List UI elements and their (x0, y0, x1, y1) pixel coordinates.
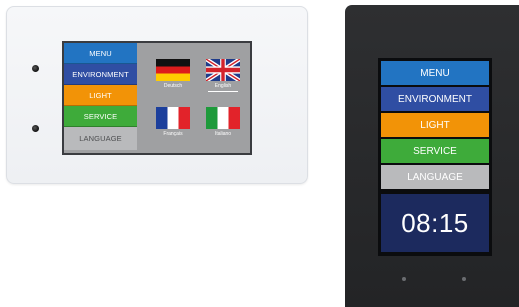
language-label-italiano: Italiano (214, 131, 232, 137)
language-button[interactable]: LANGUAGE (381, 165, 489, 189)
service-button[interactable]: SERVICE (64, 106, 137, 127)
italy-flag-icon[interactable] (206, 107, 240, 129)
language-label-english: English (214, 83, 232, 89)
service-button[interactable]: SERVICE (381, 139, 489, 163)
language-label-francais: Français (163, 131, 183, 137)
mounting-screw-icon (32, 125, 39, 132)
language-button[interactable]: LANGUAGE (64, 127, 137, 150)
environment-button[interactable]: ENVIRONMENT (64, 64, 137, 85)
language-label-deutsch: Deutsch (163, 83, 183, 89)
vertical-touchscreen: MENU ENVIRONMENT LIGHT SERVICE LANGUAGE … (378, 58, 492, 256)
mounting-screw-icon (32, 65, 39, 72)
selected-language-underline (208, 91, 238, 92)
menu-button[interactable]: MENU (64, 43, 137, 64)
light-button[interactable]: LIGHT (381, 113, 489, 137)
dark-wall-panel: MENU ENVIRONMENT LIGHT SERVICE LANGUAGE … (345, 5, 519, 307)
clock-display: 08:15 (381, 194, 489, 252)
status-led-icon (402, 277, 406, 281)
menu-button[interactable]: MENU (381, 61, 489, 85)
white-wall-panel: MENU ENVIRONMENT LIGHT SERVICE LANGUAGE … (6, 6, 308, 184)
germany-flag-icon[interactable] (156, 59, 190, 81)
status-led-icon (462, 277, 466, 281)
horizontal-menu: MENU ENVIRONMENT LIGHT SERVICE LANGUAGE (64, 43, 137, 150)
environment-button[interactable]: ENVIRONMENT (381, 87, 489, 111)
uk-flag-icon[interactable] (206, 59, 240, 81)
light-button[interactable]: LIGHT (64, 85, 137, 106)
france-flag-icon[interactable] (156, 107, 190, 129)
horizontal-touchscreen: MENU ENVIRONMENT LIGHT SERVICE LANGUAGE … (62, 41, 252, 155)
